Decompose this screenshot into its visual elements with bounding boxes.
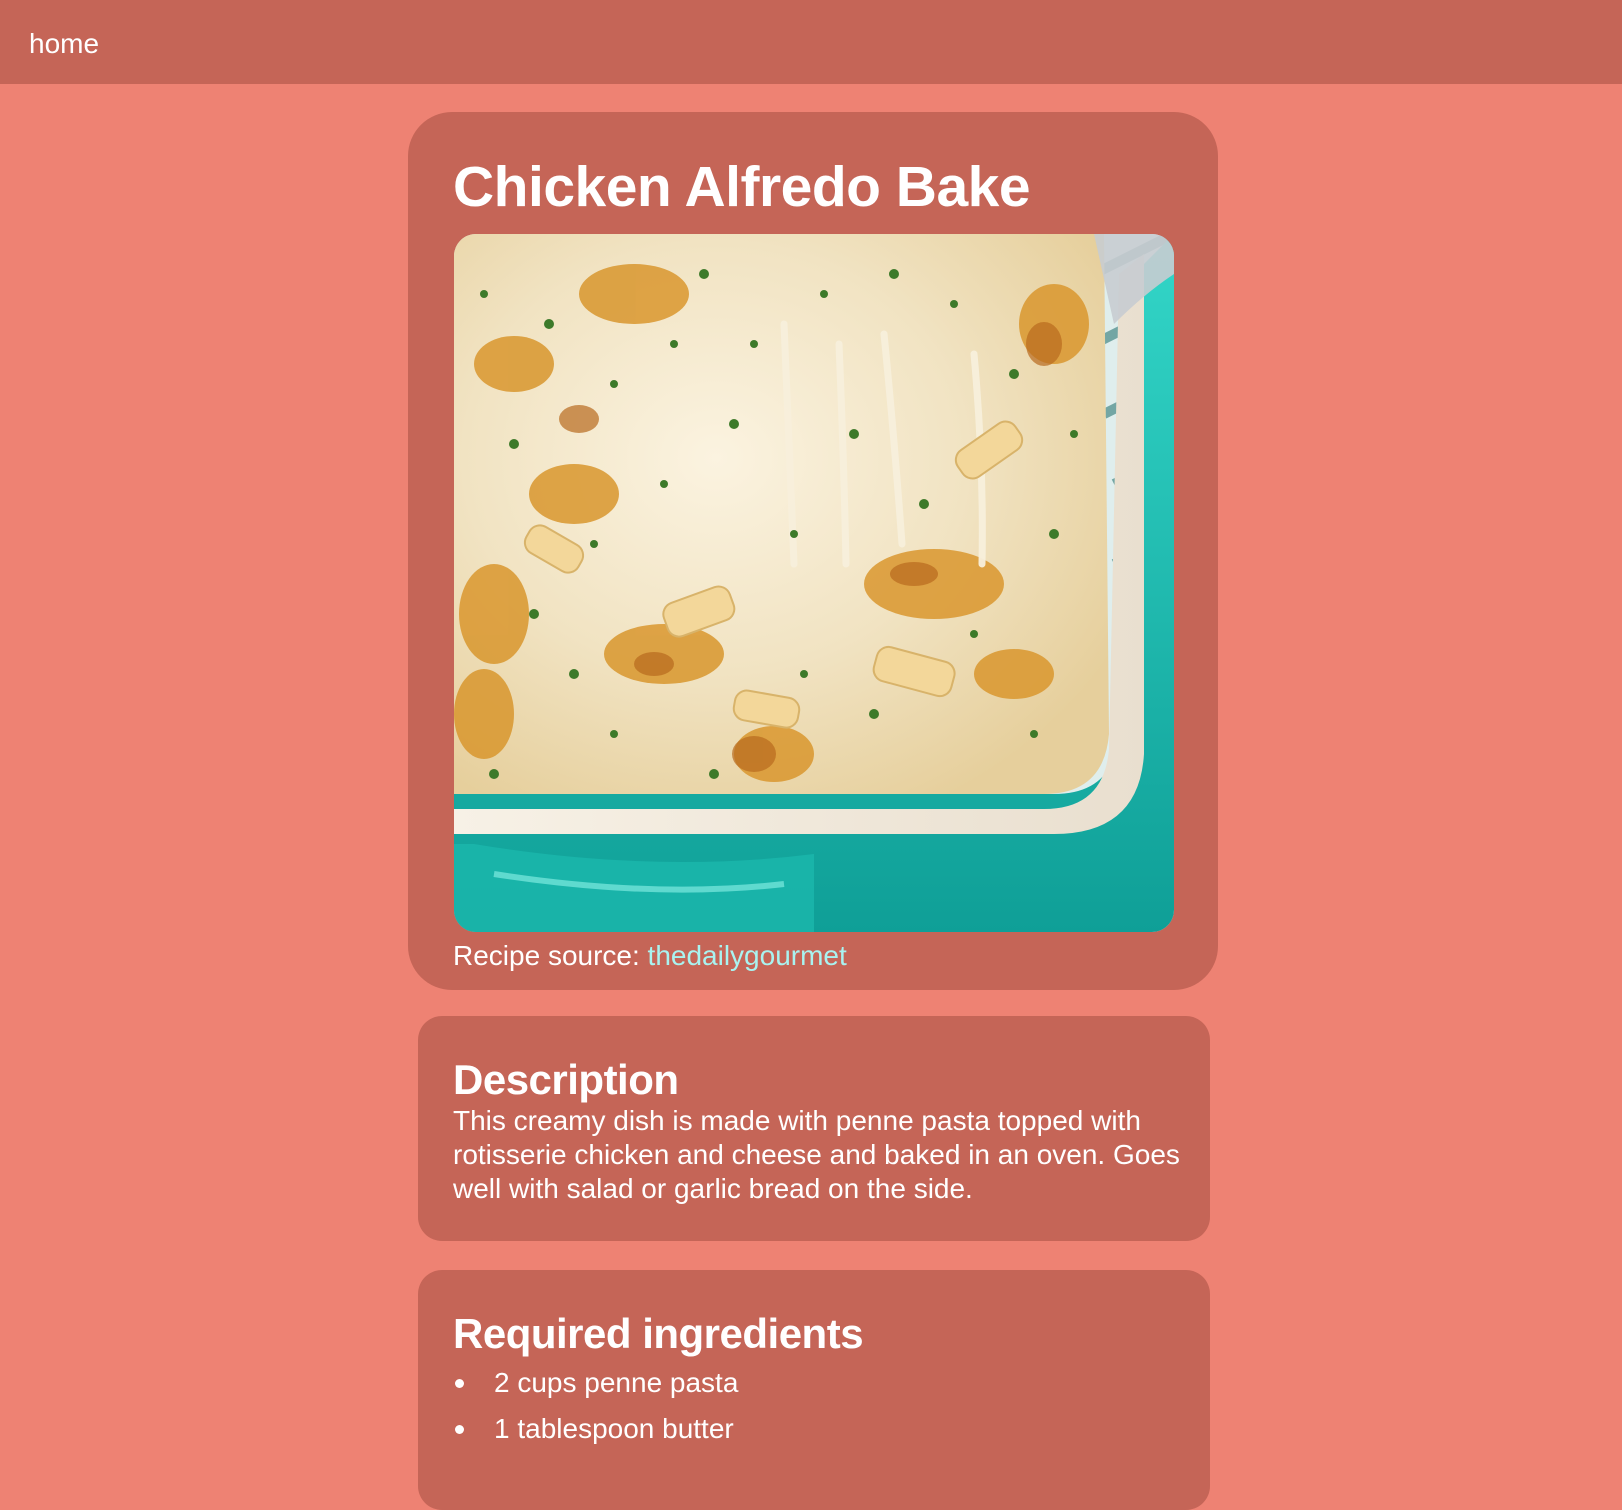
bullet-icon <box>455 1425 464 1434</box>
recipe-source-label: Recipe source: <box>453 940 648 971</box>
description-card: Description This creamy dish is made wit… <box>418 1016 1210 1241</box>
description-heading: Description <box>453 1056 679 1103</box>
top-navigation-bar: home <box>0 0 1622 84</box>
ingredient-text: 2 cups penne pasta <box>494 1367 739 1398</box>
recipe-title: Chicken Alfredo Bake <box>453 155 1031 219</box>
ingredients-list: 2 cups penne pasta 1 tablespoon butter <box>453 1366 738 1458</box>
ingredients-card: Required ingredients 2 cups penne pasta … <box>418 1270 1210 1510</box>
ingredient-item: 2 cups penne pasta <box>453 1366 738 1400</box>
home-link[interactable]: home <box>29 26 99 62</box>
ingredient-item: 1 tablespoon butter <box>453 1412 738 1446</box>
recipe-photo <box>454 234 1174 932</box>
recipe-source-line: Recipe source: thedailygourmet <box>453 938 847 974</box>
recipe-source-link[interactable]: thedailygourmet <box>648 940 847 971</box>
description-text: This creamy dish is made with penne past… <box>453 1105 1180 1204</box>
bullet-icon <box>455 1379 464 1388</box>
ingredients-heading: Required ingredients <box>453 1310 864 1357</box>
ingredient-text: 1 tablespoon butter <box>494 1413 734 1444</box>
recipe-hero-card: Chicken Alfredo Bake Recipe source: thed… <box>408 112 1218 990</box>
